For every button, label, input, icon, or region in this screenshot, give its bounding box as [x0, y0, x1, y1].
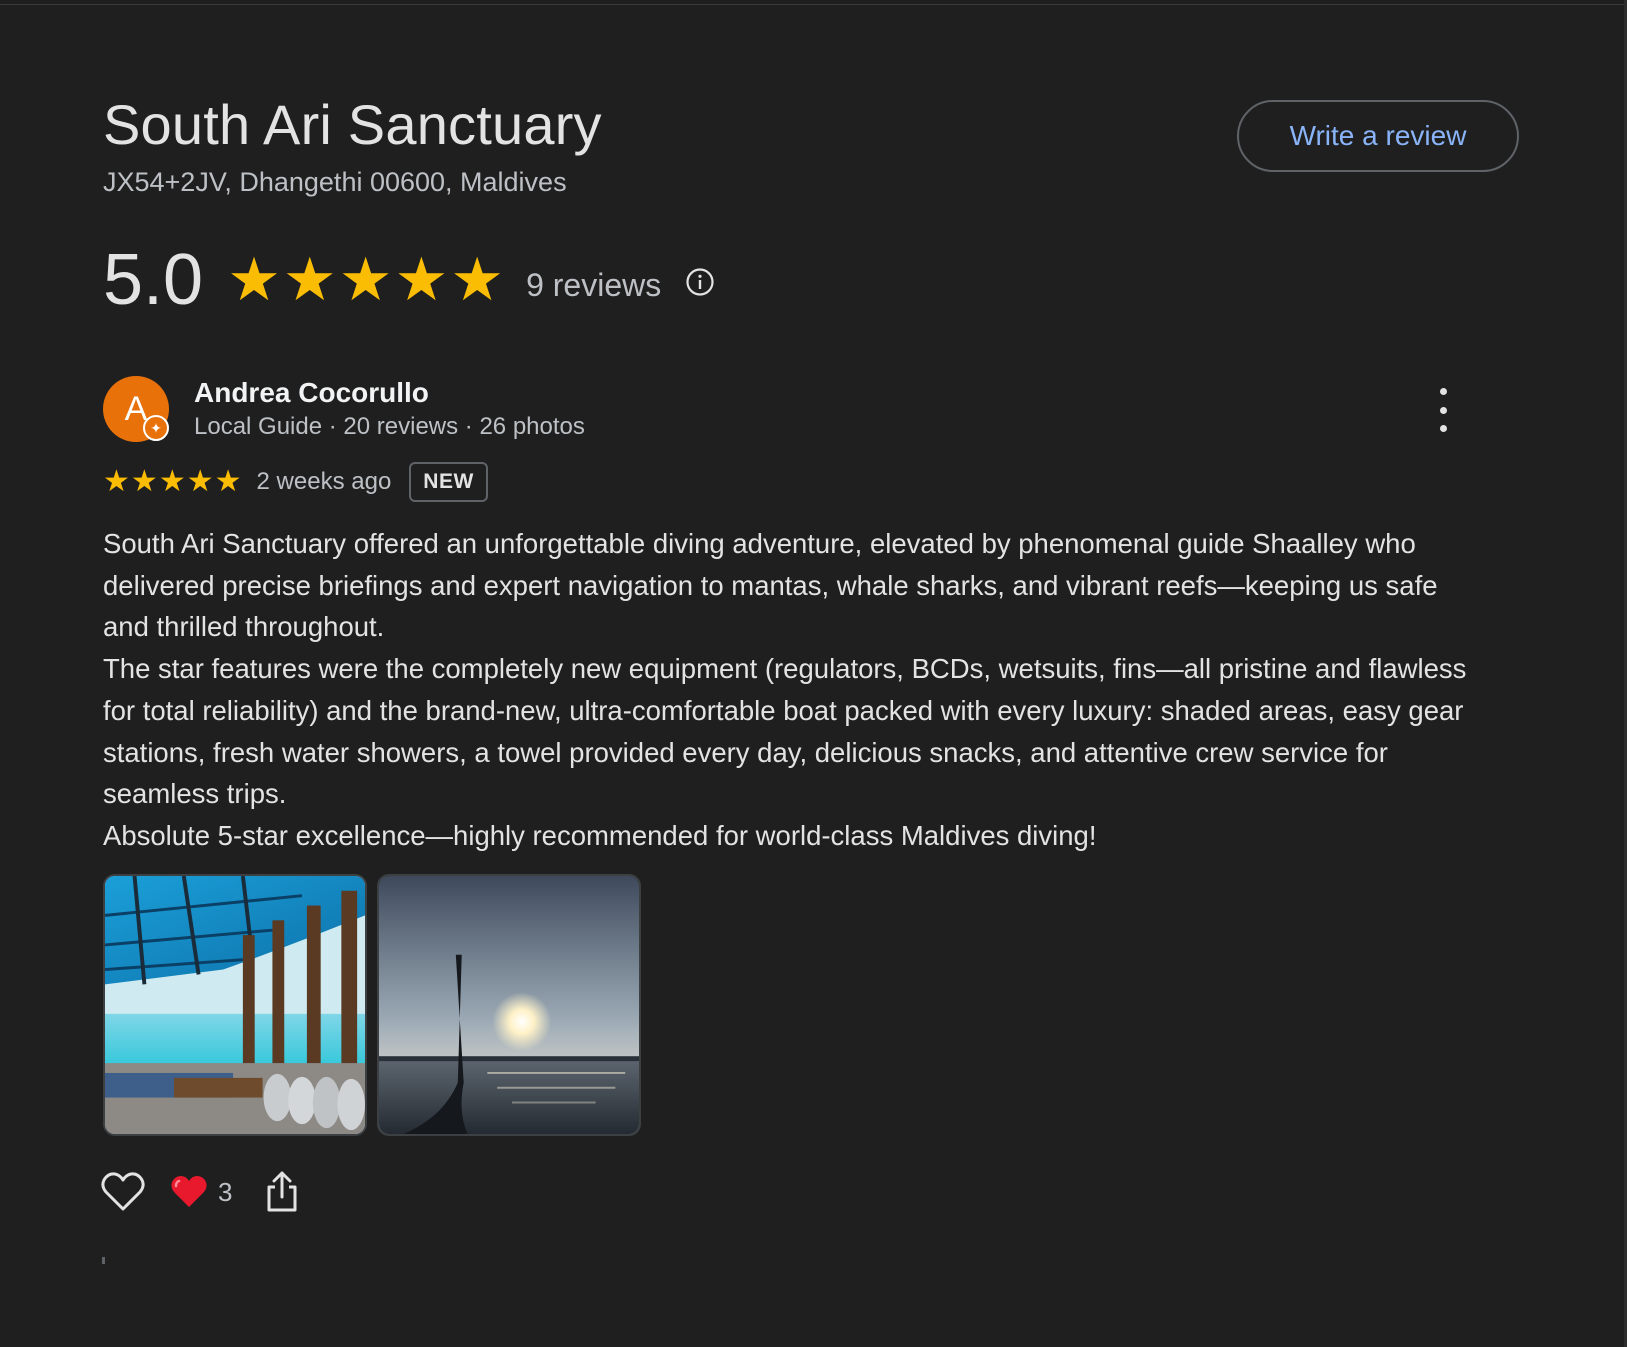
- star-icon: ★: [158, 465, 186, 498]
- rating-summary: 5.0 ★ ★ ★ ★ ★ 9 reviews: [103, 240, 715, 320]
- review-stars: ★★★★★: [103, 467, 243, 497]
- like-button[interactable]: [100, 1171, 146, 1213]
- review-actions: 3: [100, 1168, 300, 1216]
- reaction-count: 3: [218, 1176, 233, 1207]
- red-heart-icon: [171, 1176, 207, 1207]
- review-photo-sunset[interactable]: [377, 874, 641, 1136]
- review-text: South Ari Sanctuary offered an unforgett…: [103, 523, 1483, 857]
- more-vert-icon: [1439, 388, 1447, 395]
- review-rating-row: ★★★★★ 2 weeks ago NEW: [103, 460, 488, 504]
- star-icon: ★: [450, 246, 505, 313]
- star-icon: ★: [186, 465, 214, 498]
- write-review-button[interactable]: Write a review: [1237, 100, 1519, 172]
- info-icon[interactable]: [685, 267, 715, 297]
- place-title: South Ari Sanctuary: [103, 93, 602, 156]
- share-icon: [267, 1171, 297, 1212]
- top-edge: [0, 0, 1627, 5]
- reviewer-meta: Local Guide · 20 reviews · 26 photos: [194, 413, 585, 440]
- rating-value: 5.0: [103, 240, 204, 320]
- star-icon: ★: [103, 465, 130, 498]
- new-badge: NEW: [409, 462, 488, 502]
- review-paragraph: The star features were the completely ne…: [103, 653, 1467, 810]
- review-count[interactable]: 9 reviews: [526, 267, 661, 304]
- review-paragraph: South Ari Sanctuary offered an unforgett…: [103, 528, 1438, 643]
- reviewer-name[interactable]: Andrea Cocorullo: [194, 377, 429, 409]
- local-guide-badge-icon: ✦: [143, 415, 169, 441]
- review-paragraph: Absolute 5-star excellence—highly recomm…: [103, 819, 1097, 851]
- rating-stars: ★ ★ ★ ★ ★: [227, 250, 506, 310]
- star-icon: ★: [394, 246, 449, 313]
- star-icon: ★: [282, 246, 337, 313]
- more-options-button[interactable]: [1425, 388, 1461, 432]
- place-address: JX54+2JV, Dhangethi 00600, Maldives: [103, 167, 567, 197]
- star-icon: ★: [130, 465, 158, 498]
- review-photo-boat-deck[interactable]: [103, 874, 367, 1136]
- share-button[interactable]: [264, 1171, 300, 1213]
- star-icon: ★: [338, 246, 393, 313]
- star-icon: ★: [214, 465, 242, 498]
- heart-outline-icon: [101, 1172, 145, 1211]
- divider-mark: [102, 1257, 105, 1264]
- review-time: 2 weeks ago: [256, 468, 392, 495]
- star-icon: ★: [227, 246, 281, 313]
- reactions-button[interactable]: 3: [170, 1175, 232, 1209]
